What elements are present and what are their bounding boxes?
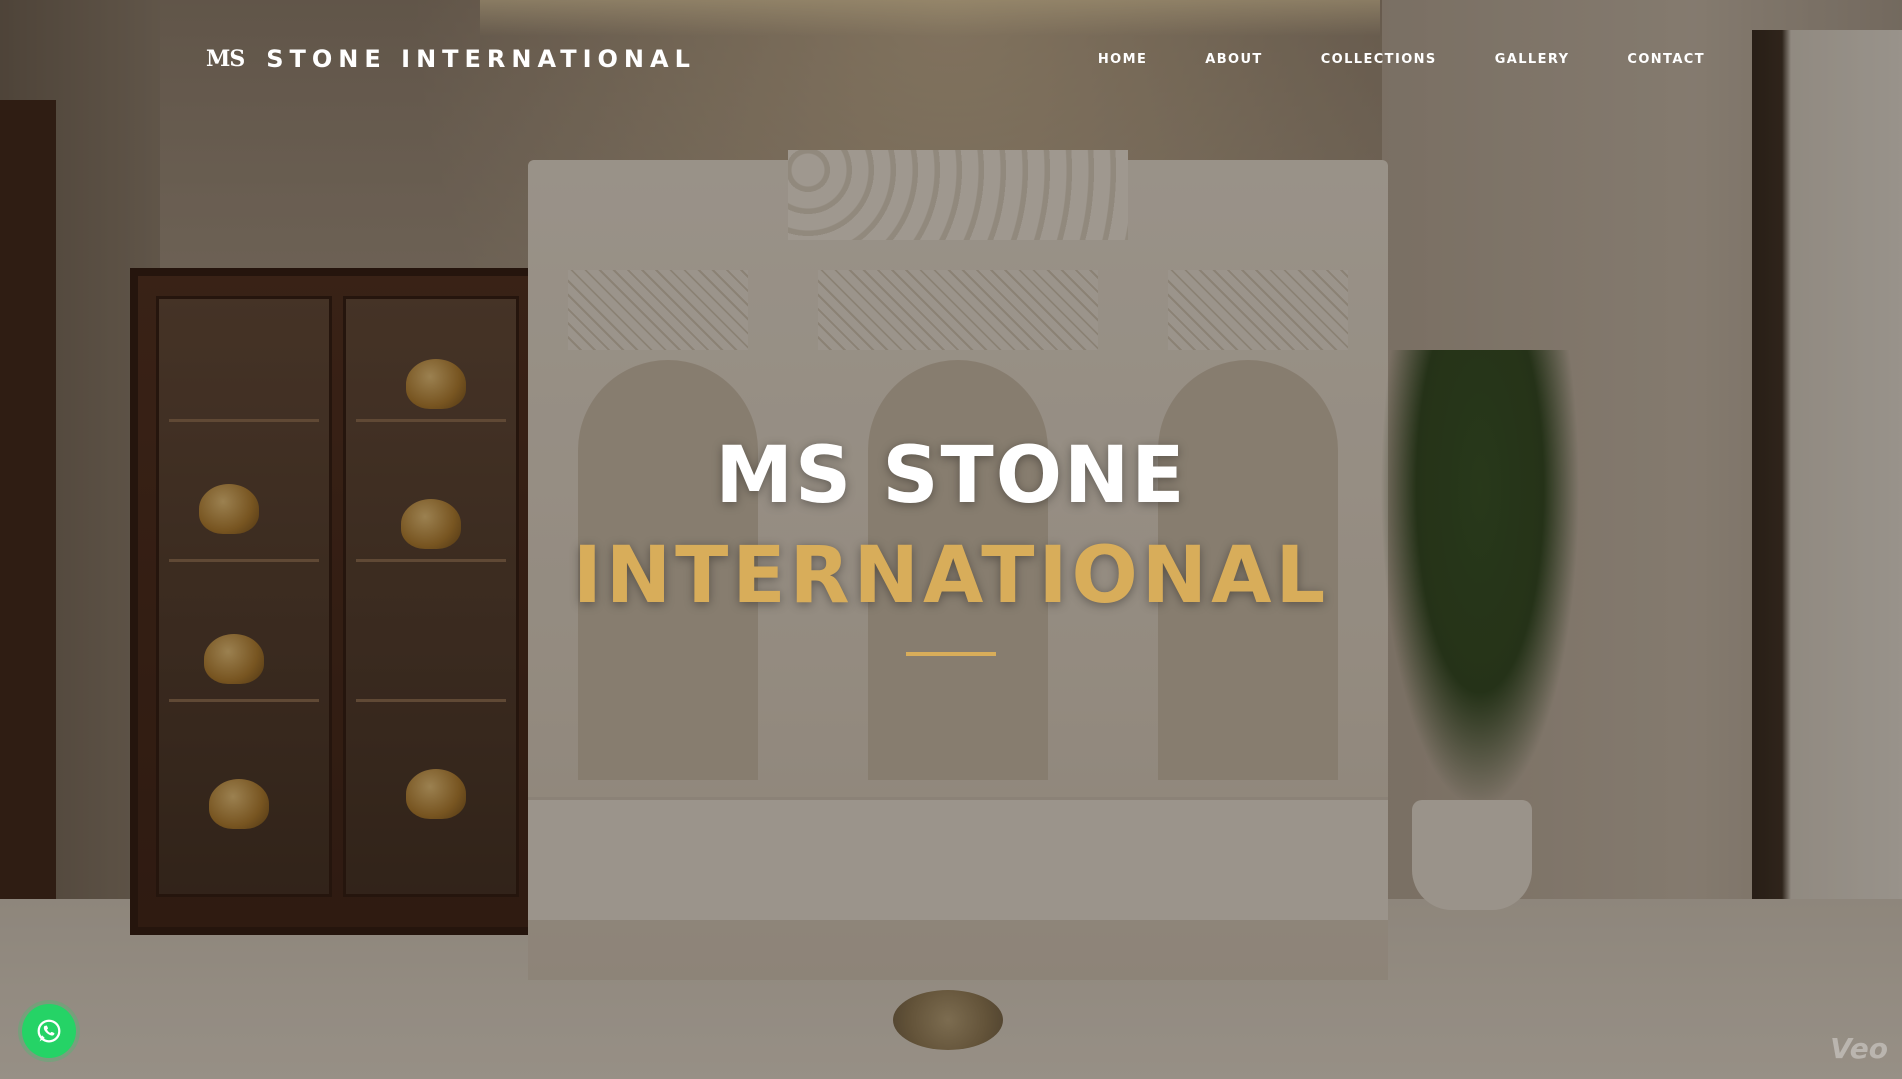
nav-item-about[interactable]: ABOUT (1205, 50, 1262, 70)
site-header: MS STONE INTERNATIONAL HOME ABOUT COLLEC… (0, 0, 1902, 120)
brand-logo-mark: MS (206, 46, 245, 72)
nav-item-gallery[interactable]: GALLERY (1495, 50, 1570, 70)
nav-item-collections[interactable]: COLLECTIONS (1321, 50, 1437, 70)
main-nav: HOME ABOUT COLLECTIONS GALLERY CONTACT (1098, 50, 1705, 70)
whatsapp-icon (37, 1019, 61, 1043)
brand-name: STONE INTERNATIONAL (266, 45, 696, 73)
hero-content: MS STONE INTERNATIONAL (0, 430, 1902, 656)
hero-title-line2: INTERNATIONAL (572, 531, 1330, 621)
brand-logo-link[interactable]: MS STONE INTERNATIONAL (206, 44, 696, 74)
hero-divider (906, 652, 996, 656)
nav-item-contact[interactable]: CONTACT (1627, 50, 1705, 70)
veo-watermark: Veo (1830, 1032, 1888, 1065)
hero-title-line1: MS STONE (715, 431, 1187, 521)
nav-item-home[interactable]: HOME (1098, 50, 1147, 70)
whatsapp-button[interactable] (22, 1004, 76, 1058)
hero-section: MS STONE INTERNATIONAL HOME ABOUT COLLEC… (0, 0, 1902, 1079)
